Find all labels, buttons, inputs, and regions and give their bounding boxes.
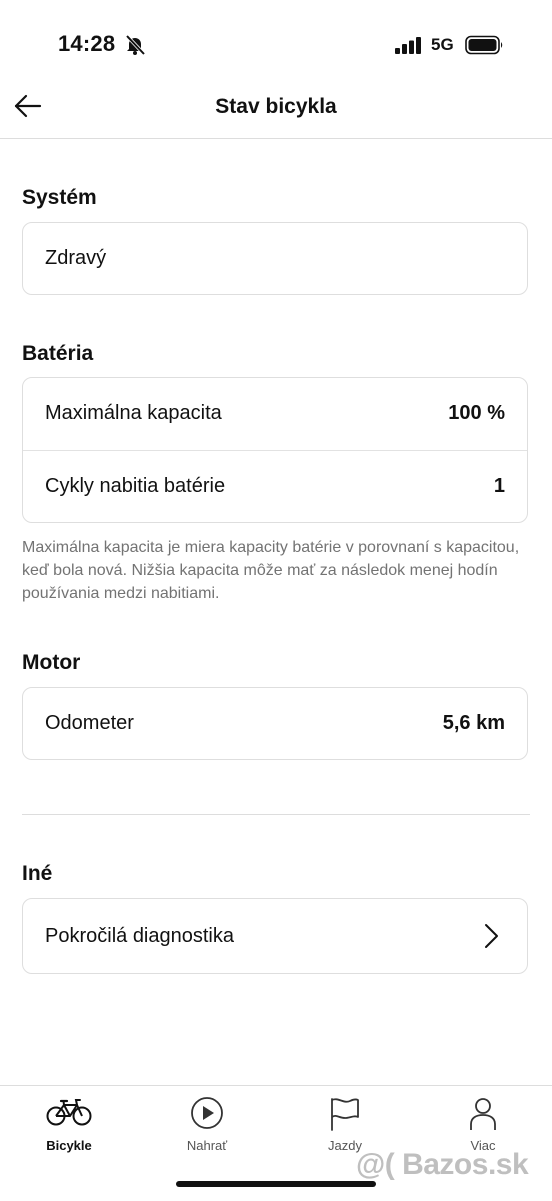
section-divider [22, 814, 530, 815]
advanced-diagnostics-row[interactable]: Pokročilá diagnostika [23, 899, 527, 973]
page-title: Stav bicykla [215, 95, 337, 118]
battery-cycles-row: Cykly nabitia batérie 1 [23, 450, 527, 523]
person-icon [470, 1098, 496, 1130]
bell-muted-icon [125, 34, 146, 56]
bicycle-icon [46, 1099, 92, 1126]
odometer-label: Odometer [45, 712, 134, 734]
status-bar: 14:28 5G [0, 0, 552, 90]
battery-capacity-value: 100 % [448, 402, 505, 424]
battery-capacity-note: Maximálna kapacita je miera kapacity bat… [22, 539, 520, 602]
battery-capacity-row: Maximálna kapacita 100 % [23, 378, 527, 450]
status-time: 14:28 [58, 31, 116, 56]
system-status-label: Zdravý [45, 247, 107, 269]
odometer-row: Odometer 5,6 km [23, 688, 527, 760]
motor-card: Odometer 5,6 km [22, 687, 528, 760]
play-icon [191, 1097, 223, 1129]
section-title-battery: Batéria [22, 342, 94, 365]
battery-cycles-value: 1 [493, 475, 505, 497]
flag-icon [331, 1098, 359, 1131]
section-title-system: Systém [22, 186, 97, 209]
section-title-other: Iné [22, 862, 53, 885]
battery-capacity-label: Maximálna kapacita [45, 402, 222, 424]
signal-icon [395, 37, 421, 54]
chevron-right-icon [485, 924, 498, 948]
battery-cycles-label: Cykly nabitia batérie [45, 475, 226, 497]
tab-bicycles[interactable]: Bicykle [0, 1086, 138, 1166]
nav-bar: Stav bicykla [0, 78, 552, 139]
home-indicator [176, 1181, 376, 1187]
advanced-diagnostics-label: Pokročilá diagnostika [45, 925, 234, 947]
battery-card: Maximálna kapacita 100 % Cykly nabitia b… [22, 377, 528, 523]
watermark: @( Bazos.sk [356, 1148, 529, 1181]
tab-upload[interactable]: Nahrať [138, 1086, 276, 1166]
odometer-value: 5,6 km [442, 712, 505, 734]
tab-label: Bicykle [46, 1138, 92, 1153]
other-card: Pokročilá diagnostika [22, 898, 528, 974]
system-card: Zdravý [22, 222, 528, 295]
tab-label: Nahrať [186, 1138, 228, 1153]
system-status-row: Zdravý [23, 223, 527, 295]
network-label: 5G [431, 35, 454, 54]
battery-icon [465, 35, 503, 55]
section-title-motor: Motor [22, 651, 81, 674]
